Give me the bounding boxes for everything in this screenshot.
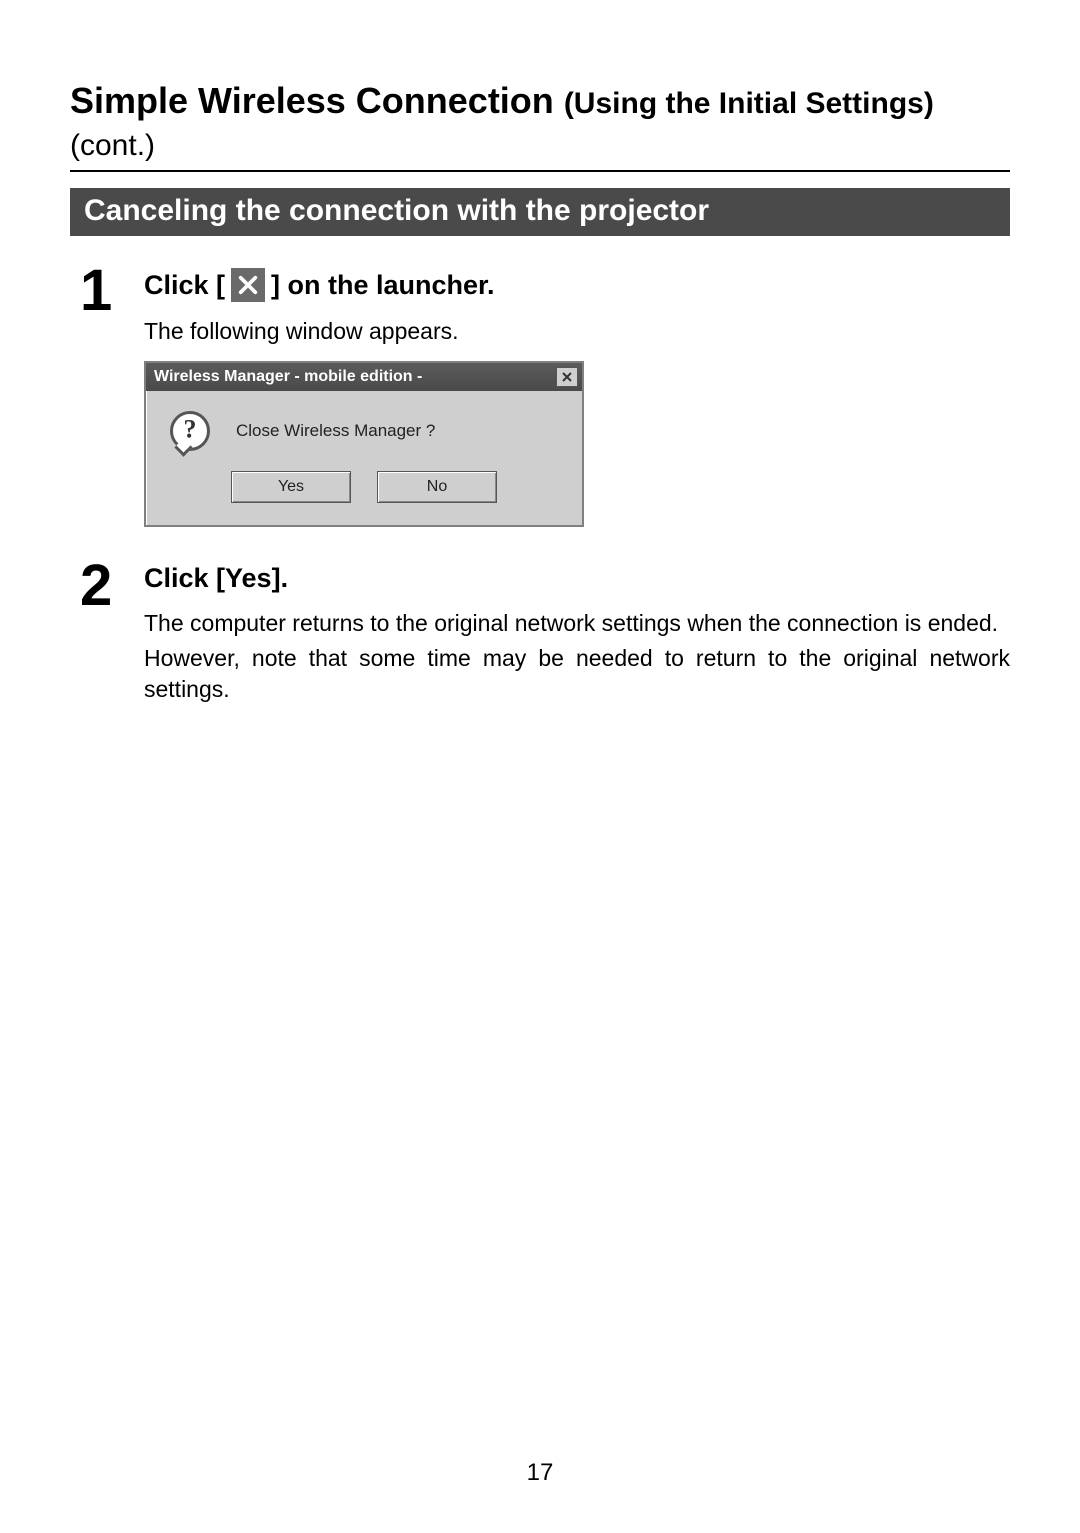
page-number: 17 xyxy=(527,1459,554,1487)
title-sub1: (Using the Initial Settings) xyxy=(564,87,934,120)
no-button[interactable]: No xyxy=(377,471,497,503)
dialog-title: Wireless Manager - mobile edition - xyxy=(154,368,422,386)
dialog-window: Wireless Manager - mobile edition - Clos… xyxy=(144,361,584,527)
yes-button[interactable]: Yes xyxy=(231,471,351,503)
step-1-intro: The following window appears. xyxy=(144,316,1010,347)
step-number: 2 xyxy=(80,557,144,615)
dialog-titlebar: Wireless Manager - mobile edition - xyxy=(146,363,582,391)
step-number: 1 xyxy=(80,262,144,320)
step-2-heading: Click [Yes]. xyxy=(144,563,1010,594)
close-icon xyxy=(561,371,573,383)
step-2: 2 Click [Yes]. The computer returns to t… xyxy=(70,557,1010,709)
step-1-heading-suffix: ] on the launcher. xyxy=(271,270,495,301)
dialog-close-button[interactable] xyxy=(556,367,578,387)
section-heading: Canceling the connection with the projec… xyxy=(70,188,1010,236)
title-main: Simple Wireless Connection xyxy=(70,80,554,121)
step-2-paragraph-1: The computer returns to the original net… xyxy=(144,608,1010,639)
title-sub2: (cont.) xyxy=(70,129,155,162)
close-x-icon xyxy=(231,268,265,302)
step-2-paragraph-2: However, note that some time may be need… xyxy=(144,643,1010,705)
step-1-heading-prefix: Click [ xyxy=(144,270,225,301)
dialog-message: Close Wireless Manager ? xyxy=(236,421,435,441)
question-icon xyxy=(170,411,210,451)
step-1-heading: Click [ ] on the launcher. xyxy=(144,268,1010,302)
step-1: 1 Click [ ] on the launcher. The followi… xyxy=(70,262,1010,527)
page-title: Simple Wireless Connection (Using the In… xyxy=(70,80,1010,172)
